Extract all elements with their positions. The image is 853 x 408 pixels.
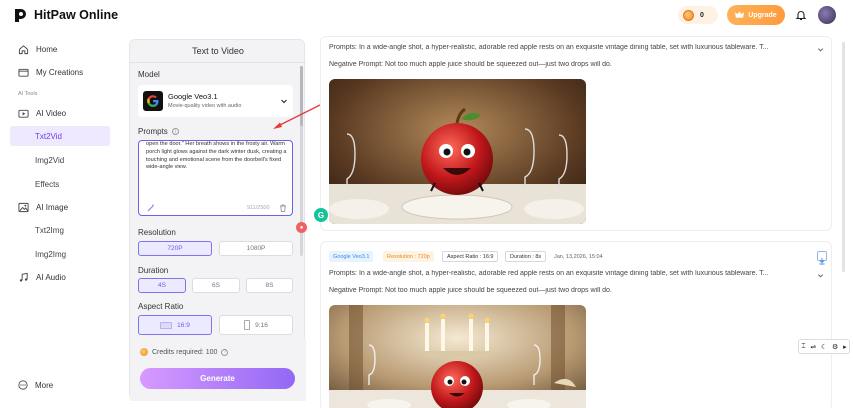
video-icon <box>18 109 29 118</box>
model-label: Model <box>138 70 160 79</box>
sidebar-item-ai-image[interactable]: AI Image <box>10 197 110 217</box>
floating-toolbar: ⌶ ⇌ ☾ ⚙ ▸ <box>798 339 850 354</box>
google-logo-icon <box>143 91 163 111</box>
main-scrollbar[interactable] <box>842 42 845 272</box>
result-card-1: Prompts: In a wide-angle shot, a hyper-r… <box>320 36 832 231</box>
upgrade-label: Upgrade <box>748 11 777 19</box>
sidebar-item-label: My Creations <box>36 67 84 77</box>
sidebar-item-label: Home <box>36 44 58 54</box>
sidebar-item-my-creations[interactable]: My Creations <box>10 62 110 82</box>
prompts-label-row: Prompts i <box>138 127 179 136</box>
gear-icon[interactable]: ⚙ <box>832 343 838 351</box>
avatar[interactable] <box>818 6 836 24</box>
aspect-16-9-option[interactable]: 16:9 <box>138 315 212 335</box>
result-prompt: Prompts: In a wide-angle shot, a hyper-r… <box>329 270 769 277</box>
app-root: HitPaw Online Home My Creations AI Tools… <box>0 0 853 408</box>
sidebar-item-label: AI Audio <box>36 272 66 282</box>
prompt-text: open the door." Her breath shows in the … <box>146 141 287 171</box>
sidebar-item-label: AI Image <box>36 202 69 212</box>
result-negative-prompt: Negative Prompt: Not too much apple juic… <box>329 287 612 294</box>
duration-label: Duration <box>138 266 169 275</box>
model-description: Movie-quality video with audio <box>168 103 242 109</box>
upgrade-button[interactable]: Upgrade <box>727 5 785 25</box>
coin-icon <box>140 348 148 356</box>
chevron-down-icon[interactable] <box>817 46 824 53</box>
sidebar-item-ai-audio[interactable]: AI Audio <box>10 267 110 287</box>
tag-model: Google Veo3.1 <box>329 251 374 262</box>
home-icon <box>18 44 29 54</box>
more-icon <box>18 380 28 390</box>
music-icon <box>19 272 28 282</box>
cursor-tool-icon[interactable]: ⌶ <box>801 343 805 351</box>
wand-icon[interactable] <box>147 204 155 212</box>
resolution-label: Resolution <box>138 228 176 237</box>
bell-icon[interactable] <box>795 9 807 21</box>
duration-8s-option[interactable]: 8S <box>246 278 293 293</box>
video-thumbnail[interactable] <box>329 79 586 224</box>
chevron-down-icon[interactable] <box>817 272 824 279</box>
duration-4s-option[interactable]: 4S <box>138 278 186 293</box>
folder-icon <box>18 68 29 77</box>
portrait-icon <box>244 320 251 330</box>
prompts-label: Prompts <box>138 127 168 136</box>
panel-title: Text to Video <box>192 46 244 56</box>
crown-icon <box>735 11 745 18</box>
trash-icon[interactable] <box>279 204 287 212</box>
result-negative-prompt: Negative Prompt: Not too much apple juic… <box>329 61 612 68</box>
download-icon[interactable] <box>817 251 827 265</box>
help-icon[interactable]: ? <box>221 348 229 356</box>
help-icon[interactable]: i <box>171 128 179 135</box>
expand-icon[interactable]: ▸ <box>843 343 847 351</box>
coin-icon <box>683 9 694 21</box>
grammarly-badge[interactable]: G <box>314 208 328 222</box>
credits-required: Credits required: 100 ? <box>140 348 229 356</box>
apple-dinner-scene-image <box>329 305 586 408</box>
moon-icon[interactable]: ☾ <box>821 343 827 351</box>
tag-date: Jan, 13,2026, 15:04 <box>554 253 603 260</box>
result-card-2: Google Veo3.1 Resolution : 720p Aspect R… <box>320 241 832 408</box>
sidebar: HitPaw Online Home My Creations AI Tools… <box>0 0 122 408</box>
result-prompt: Prompts: In a wide-angle shot, a hyper-r… <box>329 44 769 51</box>
aspect-ratio-label: Aspect Ratio <box>138 302 184 311</box>
logo[interactable]: HitPaw Online <box>12 6 118 24</box>
tag-aspect-ratio: Aspect Ratio : 16:9 <box>442 251 499 262</box>
sidebar-item-img2img[interactable]: Img2Img <box>10 244 110 264</box>
generate-button[interactable]: Generate <box>140 368 295 389</box>
sync-tool-icon[interactable]: ⇌ <box>810 343 816 351</box>
sidebar-item-label: AI Video <box>36 108 67 118</box>
resolution-1080p-option[interactable]: 1080P <box>219 241 293 256</box>
sidebar-item-ai-video[interactable]: AI Video <box>10 103 110 123</box>
video-thumbnail[interactable] <box>329 305 586 408</box>
image-icon <box>18 202 29 212</box>
divider <box>130 62 306 63</box>
resolution-720p-option[interactable]: 720P <box>138 241 212 256</box>
sidebar-item-label: More <box>35 380 54 390</box>
credits-count: 0 <box>700 11 704 19</box>
annotation-arrow <box>273 104 321 129</box>
logo-icon <box>15 9 26 22</box>
section-label-ai-tools: AI Tools <box>18 91 38 97</box>
aspect-16-9-label: 16:9 <box>177 321 190 329</box>
record-badge-icon[interactable]: ● <box>296 222 307 233</box>
sidebar-item-home[interactable]: Home <box>10 39 110 59</box>
sidebar-item-txt2img[interactable]: Txt2Img <box>10 220 110 240</box>
model-name: Google Veo3.1 <box>168 92 218 101</box>
app-name: HitPaw Online <box>34 8 119 22</box>
tag-resolution: Resolution : 720p <box>383 251 434 262</box>
text-to-video-panel: Text to Video Model Google Veo3.1 Movie-… <box>129 39 306 401</box>
tag-duration: Duration : 8s <box>505 251 547 262</box>
prompt-textarea[interactable]: open the door." Her breath shows in the … <box>138 140 293 216</box>
apple-scene-image <box>329 79 586 224</box>
landscape-icon <box>160 321 173 329</box>
sidebar-item-more[interactable]: More <box>18 380 53 390</box>
prompt-char-count: 911/2500 <box>247 205 270 211</box>
sidebar-item-img2vid[interactable]: Img2Vid <box>10 150 110 170</box>
duration-6s-option[interactable]: 6S <box>192 278 240 293</box>
credits-pill[interactable]: 0 <box>678 6 718 24</box>
sidebar-item-effects[interactable]: Effects <box>10 174 110 194</box>
aspect-9-16-label: 9:16 <box>255 321 268 329</box>
credits-required-text: Credits required: 100 <box>152 348 218 356</box>
aspect-9-16-option[interactable]: 9:16 <box>219 315 293 335</box>
sidebar-item-txt2vid[interactable]: Txt2Vid <box>10 126 110 146</box>
